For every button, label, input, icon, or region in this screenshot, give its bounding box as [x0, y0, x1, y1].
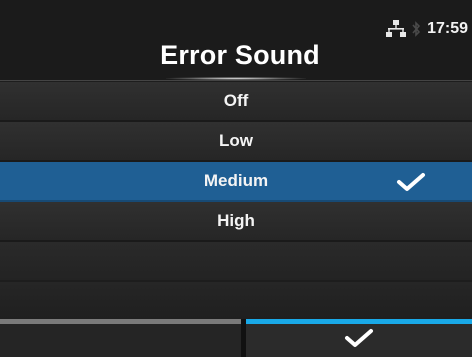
error-sound-screen: Error Sound 17:59 Off Low Medium High — [0, 0, 472, 357]
option-label: Off — [223, 91, 249, 110]
back-button[interactable] — [0, 319, 241, 357]
option-high[interactable]: High — [0, 202, 472, 242]
network-icon — [386, 20, 407, 38]
option-label: Medium — [203, 171, 269, 190]
clock: 17:59 — [427, 20, 468, 37]
status-bar: 17:59 — [386, 19, 468, 39]
option-list: Off Low Medium High — [0, 82, 472, 242]
bluetooth-icon — [412, 20, 421, 38]
empty-row — [0, 282, 472, 319]
checkmark-icon — [396, 172, 426, 192]
confirm-button[interactable] — [246, 319, 472, 357]
header-divider — [0, 80, 472, 81]
header: Error Sound 17:59 — [0, 0, 472, 81]
option-label: High — [217, 211, 255, 230]
option-off[interactable]: Off — [0, 82, 472, 122]
page-title: Error Sound — [160, 40, 320, 70]
option-low[interactable]: Low — [0, 122, 472, 162]
empty-row — [0, 242, 472, 280]
option-medium[interactable]: Medium — [0, 162, 472, 202]
option-label: Low — [219, 131, 253, 150]
checkmark-icon — [344, 328, 374, 353]
